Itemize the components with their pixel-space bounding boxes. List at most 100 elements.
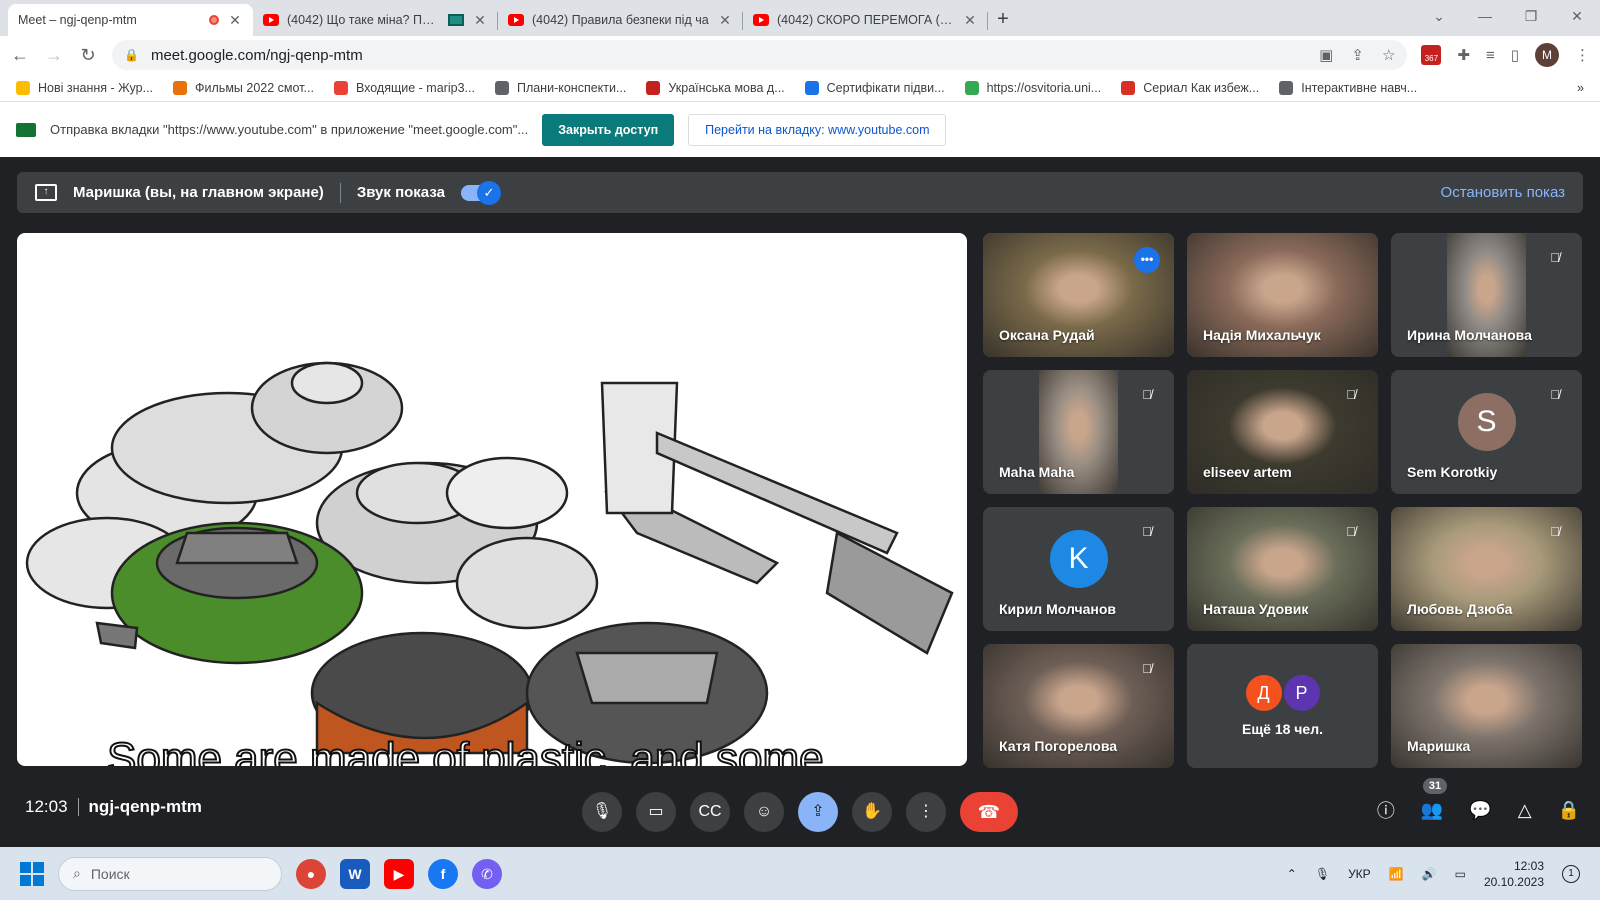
viber-icon[interactable]: ✆ (472, 858, 502, 889)
youtube-icon[interactable]: ▶ (384, 858, 414, 889)
bookmark-item[interactable]: https://osvitoria.uni... (964, 80, 1101, 95)
bookmark-item[interactable]: Нові знання - Жур... (16, 80, 153, 95)
bookmarks-overflow-icon[interactable]: » (1577, 81, 1584, 95)
lock-icon[interactable]: 🔒 (124, 48, 139, 62)
participant-tile[interactable]: Ирина Молчанова 🎙̸ (1391, 233, 1582, 357)
participant-tile[interactable]: Катя Погорелова 🎙̸ (983, 644, 1174, 768)
maximize-icon[interactable]: ❐ (1508, 8, 1554, 25)
tray-expand-icon[interactable]: ⌃ (1287, 867, 1297, 881)
leave-call-icon[interactable]: ☎ (960, 792, 1018, 832)
tab-close-icon[interactable]: ✕ (962, 12, 978, 29)
mic-off-icon: 🎙̸ (1550, 250, 1560, 265)
participant-name: Ирина Молчанова (1407, 327, 1532, 343)
tab-close-icon[interactable]: ✕ (472, 12, 488, 29)
tab-separator (987, 12, 988, 30)
profile-avatar[interactable]: M (1535, 43, 1559, 67)
participant-tile[interactable]: Любовь Дзюба 🎙̸ (1391, 507, 1582, 631)
clock-time: 12:03 (1513, 858, 1544, 873)
bookmark-item[interactable]: Сериал Как избеж... (1121, 80, 1259, 95)
tab-search-icon[interactable]: ⌄ (1416, 8, 1462, 25)
participant-name: eliseev artem (1203, 464, 1292, 480)
extensions-puzzle-icon[interactable]: ✚ (1457, 46, 1470, 64)
bookmark-favicon-icon (1279, 80, 1294, 95)
emoji-icon[interactable]: ☺ (744, 792, 784, 832)
facebook-icon[interactable]: f (428, 858, 458, 889)
microphone-icon[interactable]: 🎙 (582, 792, 622, 832)
chrome-icon[interactable]: ● (296, 858, 326, 889)
raise-hand-icon[interactable]: ✋ (852, 792, 892, 832)
present-now-icon[interactable]: ⇪ (798, 792, 838, 832)
windows-start-icon[interactable] (20, 861, 44, 886)
notification-count[interactable]: 1 (1562, 864, 1580, 883)
address-bar[interactable]: 🔒 meet.google.com/ngj-qenp-mtm ▣ ⇪ ☆ (112, 40, 1408, 70)
participant-tile[interactable]: Maha Maha 🎙̸ (983, 370, 1174, 494)
browser-tab[interactable]: (4042) Що таке міна? Поба ✕ (253, 4, 498, 36)
camera-in-use-icon[interactable]: ▣ (1319, 46, 1333, 64)
more-participants-tile[interactable]: Д Р Ещё 18 чел. (1187, 644, 1378, 768)
participant-name: Катя Погорелова (999, 738, 1118, 754)
youtube-icon (753, 14, 769, 26)
participant-tile[interactable]: Маришка (1391, 644, 1582, 768)
browser-tab[interactable]: (4042) Правила безпеки під ча ✕ (498, 4, 743, 36)
bookmark-star-icon[interactable]: ☆ (1382, 46, 1395, 64)
forward-icon[interactable]: → (44, 45, 64, 66)
browser-tab[interactable]: Meet – ngj-qenp-mtm ✕ (8, 4, 253, 36)
battery-icon[interactable]: ▭ (1455, 867, 1466, 881)
tab-close-icon[interactable]: ✕ (717, 12, 733, 29)
reload-icon[interactable]: ↻ (78, 45, 98, 66)
more-options-icon[interactable]: ⋮ (906, 792, 946, 832)
stop-presenting-button[interactable]: Остановить показ (1441, 184, 1565, 201)
participant-tile[interactable]: Оксана Рудай ••• (983, 233, 1174, 357)
share-audio-toggle[interactable]: ✓ (460, 180, 501, 205)
close-window-icon[interactable]: ✕ (1554, 8, 1600, 25)
bookmark-item[interactable]: Фильмы 2022 смот... (173, 80, 314, 95)
share-page-icon[interactable]: ⇪ (1351, 46, 1364, 64)
word-icon[interactable]: W (340, 858, 370, 889)
extension-badge-icon[interactable]: 367 (1421, 45, 1442, 65)
taskbar-search[interactable]: ⌕ Поиск (58, 856, 282, 891)
go-to-tab-button[interactable]: Перейти на вкладку: www.youtube.com (688, 113, 947, 146)
bookmark-item[interactable]: Інтерактивне навч... (1279, 80, 1417, 95)
tile-options-icon[interactable]: ••• (1134, 247, 1160, 273)
participant-tile[interactable]: eliseev artem 🎙̸ (1187, 370, 1378, 494)
tab-title: (4042) Правила безпеки під ча (532, 13, 709, 27)
recording-indicator-icon (209, 15, 219, 25)
participant-tile[interactable]: Надія Михальчук (1187, 233, 1378, 357)
back-icon[interactable]: ← (10, 45, 30, 66)
url-text[interactable]: meet.google.com/ngj-qenp-mtm (151, 47, 363, 64)
bookmark-item[interactable]: Входящие - marip3... (333, 80, 475, 95)
browser-menu-icon[interactable]: ⋮ (1575, 46, 1590, 64)
mic-off-icon: 🎙̸ (1142, 524, 1152, 539)
bookmark-item[interactable]: Сертифікати підви... (804, 80, 945, 95)
tab-close-icon[interactable]: ✕ (227, 12, 243, 29)
minimize-icon[interactable]: — (1462, 8, 1508, 24)
browser-tab[interactable]: (4042) СКОРО ПЕРЕМОГА (dan ✕ (743, 4, 988, 36)
bookmark-item[interactable]: Українська мова д... (646, 80, 785, 95)
taskbar-clock[interactable]: 12:03 20.10.2023 (1484, 858, 1544, 890)
participant-tile[interactable]: Наташа Удовик 🎙̸ (1187, 507, 1378, 631)
bookmark-item[interactable]: Плани-конспекти... (494, 80, 626, 95)
participant-avatar: Р (1283, 675, 1320, 711)
participant-avatar: Д (1245, 675, 1282, 711)
activities-icon[interactable]: △ (1518, 800, 1532, 821)
input-language[interactable]: УКР (1348, 867, 1371, 881)
chat-icon[interactable]: 💬 (1469, 800, 1491, 821)
search-placeholder: Поиск (90, 865, 130, 882)
host-controls-icon[interactable]: 🔒 (1558, 800, 1580, 821)
people-icon[interactable]: 👥 31 (1421, 777, 1448, 821)
mic-off-icon: 🎙̸ (1142, 387, 1152, 402)
captions-icon[interactable]: CC (690, 792, 730, 832)
reading-list-icon[interactable]: ≡ (1486, 47, 1495, 64)
browser-toolbar: ← → ↻ 🔒 meet.google.com/ngj-qenp-mtm ▣ ⇪… (0, 36, 1600, 74)
participant-tile[interactable]: K Кирил Молчанов 🎙̸ (983, 507, 1174, 631)
participant-tile[interactable]: S Sem Korotkiy 🎙̸ (1391, 370, 1582, 494)
volume-icon[interactable]: 🔊 (1422, 867, 1437, 881)
meeting-details-icon[interactable]: ⓘ (1377, 797, 1395, 823)
side-panel-icon[interactable]: ▯ (1511, 46, 1519, 64)
new-tab-button[interactable]: + (988, 4, 1018, 36)
tab-title: (4042) Що таке міна? Поба (287, 13, 440, 27)
wifi-icon[interactable]: 📶 (1389, 867, 1404, 881)
close-access-button[interactable]: Закрыть доступ (542, 113, 675, 146)
tray-microphone-icon[interactable]: 🎙 (1315, 867, 1330, 881)
camera-icon[interactable]: ▭ (636, 792, 676, 832)
